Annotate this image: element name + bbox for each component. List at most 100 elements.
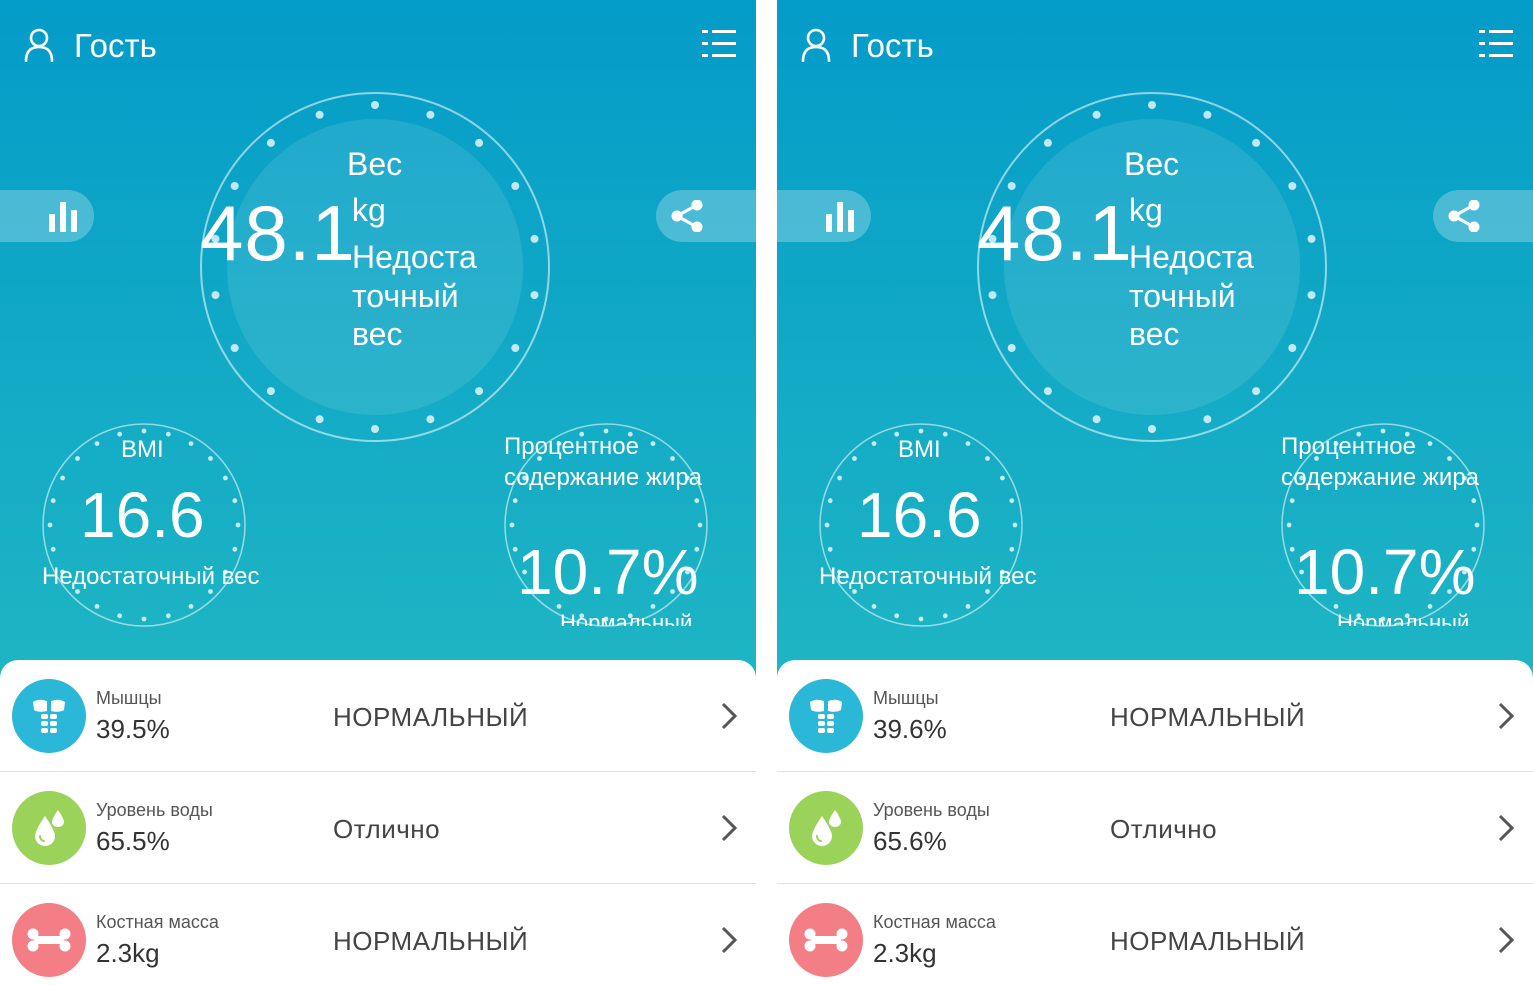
gauge-tick: [942, 613, 948, 619]
water-icon-badge: [12, 791, 86, 865]
gauge-tick: [371, 425, 379, 433]
bmi-label: BMI: [898, 436, 941, 463]
water-icon-badge: [789, 791, 863, 865]
bmi-status: Недостаточный вес: [819, 563, 1037, 590]
gauge-tick: [266, 387, 275, 396]
gauge-tick: [1007, 344, 1016, 352]
gauge-tick: [827, 498, 833, 504]
chevron-right-icon[interactable]: [1495, 925, 1517, 955]
fat-value[interactable]: 10.7%: [1294, 535, 1475, 609]
chevron-right-icon[interactable]: [1495, 701, 1517, 731]
gauge-tick: [894, 613, 900, 619]
weight-status: Недоста точный вес: [1129, 239, 1254, 352]
list-item-bone[interactable]: Костная масса 2.3kg НОРМАЛЬНЫЙ: [777, 884, 1533, 985]
list-item-muscle[interactable]: Мышцы 39.6% НОРМАЛЬНЫЙ: [777, 660, 1533, 772]
water-drop-icon: [812, 810, 841, 846]
fat-status: Нормальный: [560, 612, 693, 626]
water-name: Уровень воды: [873, 800, 990, 820]
water-status: Отлично: [333, 814, 441, 844]
list-item-water[interactable]: Уровень воды 65.6% Отлично: [777, 772, 1533, 884]
gauge-tick: [697, 522, 703, 528]
header-panel: Гость Вес 48.1 kg Недоста точный вес BMI…: [777, 0, 1533, 700]
gauge-tick: [426, 415, 435, 424]
bone-icon-badge: [789, 903, 863, 977]
muscle-icon-badge: [789, 679, 863, 753]
water-status: Отлично: [1110, 814, 1218, 844]
list-item-water[interactable]: Уровень воды 65.5% Отлично: [0, 772, 756, 884]
gauge-tick: [837, 475, 842, 481]
gauge-tick: [475, 387, 484, 396]
bone-icon-badge: [12, 903, 86, 977]
gauge-tick: [852, 456, 857, 461]
bmi-status: Недостаточный вес: [42, 563, 260, 590]
gauge-tick: [918, 428, 924, 434]
weight-value[interactable]: 48.1: [977, 188, 1133, 279]
gauge-tick: [141, 428, 147, 434]
gauge-tick: [75, 456, 80, 461]
gauge-tick: [824, 522, 830, 528]
weight-unit: kg: [352, 192, 386, 228]
gauge-tick: [511, 182, 520, 190]
gauge-tick: [988, 291, 997, 300]
gauge-tick: [165, 431, 171, 437]
bone-name: Костная масса: [96, 912, 219, 932]
chevron-right-icon[interactable]: [1495, 813, 1517, 843]
gauge-tick: [60, 475, 65, 481]
gauge-tick: [1288, 182, 1297, 190]
gauge-tick: [211, 291, 220, 300]
bmi-label: BMI: [121, 436, 164, 463]
gauge-tick: [942, 431, 948, 437]
list-item-bone[interactable]: Костная масса 2.3kg НОРМАЛЬНЫЙ: [0, 884, 756, 985]
gauge-tick: [94, 441, 100, 446]
weight-unit: kg: [1129, 192, 1163, 228]
chevron-right-icon[interactable]: [718, 925, 740, 955]
water-value: 65.6%: [873, 826, 947, 856]
chevron-right-icon[interactable]: [718, 813, 740, 843]
fat-status: Нормальный: [1337, 612, 1470, 626]
gauge-tick: [50, 498, 56, 504]
bone-status: НОРМАЛЬНЫЙ: [333, 926, 529, 956]
fat-value[interactable]: 10.7%: [517, 535, 698, 609]
gauge-tick: [188, 441, 194, 446]
weight-label: Вес: [347, 146, 403, 182]
gauge-tick: [230, 344, 239, 352]
gauge-tick: [1252, 138, 1261, 147]
bone-name: Костная масса: [873, 912, 996, 932]
chevron-right-icon[interactable]: [718, 701, 740, 731]
gauge-tick: [315, 415, 324, 424]
weight-value[interactable]: 48.1: [200, 188, 356, 279]
gauge-tick: [827, 546, 833, 552]
muscle-icon: [810, 699, 842, 733]
fat-label: Процентное содержание жира: [504, 433, 703, 491]
muscle-name: Мышцы: [96, 688, 162, 708]
gauge-tick: [1000, 475, 1005, 481]
bone-value: 2.3kg: [96, 938, 160, 968]
gauge-tick: [426, 110, 435, 119]
gauge-tick: [50, 546, 56, 552]
water-value: 65.5%: [96, 826, 170, 856]
gauge-tick: [1203, 110, 1212, 119]
gauge-tick: [1092, 415, 1101, 424]
bone-value: 2.3kg: [873, 938, 937, 968]
gauge-tick: [1286, 522, 1292, 528]
gauge-tick: [1203, 415, 1212, 424]
gauge-tick: [1009, 546, 1015, 552]
header-panel: Гость Вес 48.1 kg Недоста точный вес BMI…: [0, 0, 756, 700]
list-item-muscle[interactable]: Мышцы 39.5% НОРМАЛЬНЫЙ: [0, 660, 756, 772]
bmi-value[interactable]: 16.6: [857, 478, 982, 552]
gauge-tick: [165, 613, 171, 619]
water-name: Уровень воды: [96, 800, 213, 820]
phone-screen: Гость Вес 48.1 kg Недоста точный вес BMI…: [777, 0, 1533, 985]
gauge-tick: [117, 613, 123, 619]
gauge-tick: [1012, 522, 1018, 528]
bone-icon: [804, 928, 848, 952]
gauge-tick: [188, 604, 194, 609]
gauge-tick: [530, 234, 539, 243]
muscle-status: НОРМАЛЬНЫЙ: [333, 702, 529, 732]
gauge-tick: [1009, 498, 1015, 504]
gauge-tick: [1043, 387, 1052, 396]
gauge-tick: [1289, 498, 1295, 504]
gauge-tick: [1148, 425, 1156, 433]
gauge-tick: [232, 546, 238, 552]
bmi-value[interactable]: 16.6: [80, 478, 205, 552]
